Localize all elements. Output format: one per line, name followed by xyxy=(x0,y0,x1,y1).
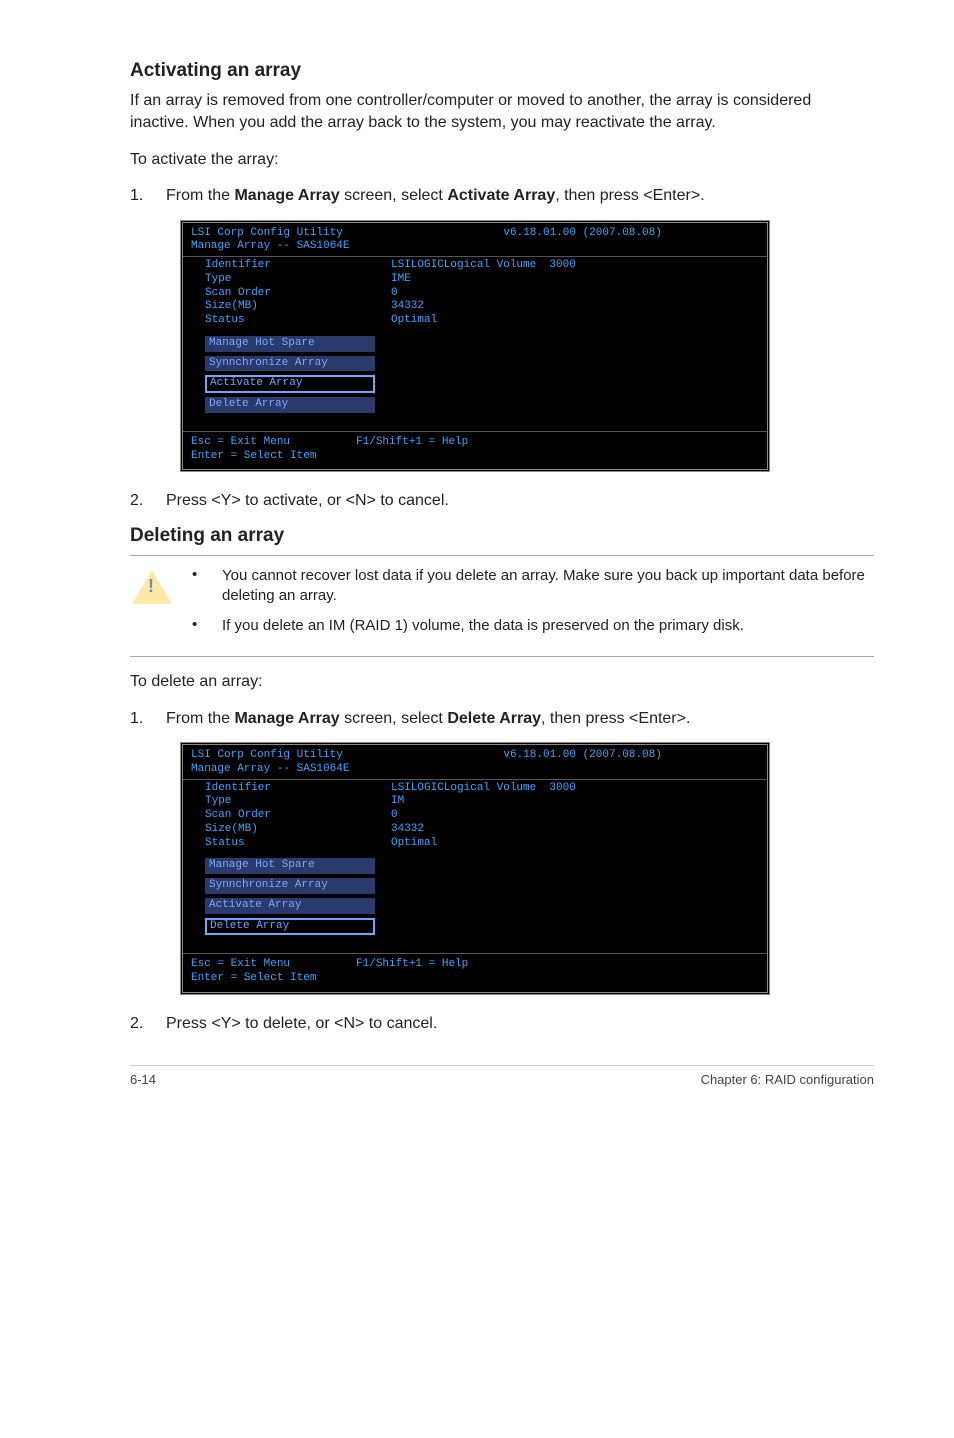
step-2-delete: 2. Press <Y> to delete, or <N> to cancel… xyxy=(130,1013,874,1035)
t: From the xyxy=(166,187,234,204)
bios-key: Size(MB) xyxy=(191,823,391,837)
t-bold: Delete Array xyxy=(447,710,541,727)
bios-footer: Esc = Exit Menu F1/Shift+1 = Help Enter … xyxy=(183,954,767,992)
t-bold: Manage Array xyxy=(234,187,339,204)
bios-title: LSI Corp Config Utility Manage Array -- … xyxy=(183,745,767,779)
paragraph-lead: To activate the array: xyxy=(130,149,874,171)
step-number: 2. xyxy=(130,490,166,512)
step-number: 1. xyxy=(130,708,166,730)
bios-val: Optimal xyxy=(391,314,759,328)
warning-list: • You cannot recover lost data if you de… xyxy=(192,566,874,647)
step-number: 1. xyxy=(130,185,166,207)
t-bold: Activate Array xyxy=(447,187,555,204)
t: screen, select xyxy=(340,187,448,204)
bios-title: LSI Corp Config Utility Manage Array -- … xyxy=(183,223,767,257)
warning-icon: ! xyxy=(130,566,174,647)
warning-text: If you delete an IM (RAID 1) volume, the… xyxy=(222,616,874,636)
bios-val: 34332 xyxy=(391,823,759,837)
bios-val: IME xyxy=(391,273,759,287)
exclamation-icon: ! xyxy=(148,576,154,597)
bios-val: 0 xyxy=(391,809,759,823)
bios-key: Type xyxy=(191,273,391,287)
bios-menu-hot-spare[interactable]: Manage Hot Spare xyxy=(205,336,375,352)
warning-item: • You cannot recover lost data if you de… xyxy=(192,566,874,607)
step-1-activate: 1. From the Manage Array screen, select … xyxy=(130,185,874,207)
t: From the xyxy=(166,710,234,727)
bios-val: LSILOGICLogical Volume 3000 xyxy=(391,259,759,273)
bios-key: Scan Order xyxy=(191,809,391,823)
bios-menu-activate[interactable]: Activate Array xyxy=(205,375,375,393)
page-number: 6-14 xyxy=(130,1072,156,1087)
bullet-icon: • xyxy=(192,566,222,607)
step-text: Press <Y> to delete, or <N> to cancel. xyxy=(166,1013,874,1035)
bullet-icon: • xyxy=(192,616,222,636)
bios-subtitle: Manage Array -- SAS1064E xyxy=(191,763,503,777)
bios-footer: Esc = Exit Menu F1/Shift+1 = Help Enter … xyxy=(183,432,767,470)
bios-menu-synchronize[interactable]: Synnchronize Array xyxy=(205,356,375,372)
warning-box: ! • You cannot recover lost data if you … xyxy=(130,555,874,658)
bios-key: Size(MB) xyxy=(191,300,391,314)
bios-body: IdentifierLSILOGICLogical Volume 3000 Ty… xyxy=(183,779,767,955)
warning-item: • If you delete an IM (RAID 1) volume, t… xyxy=(192,616,874,636)
bios-menu: Manage Hot Spare Synnchronize Array Acti… xyxy=(205,336,759,417)
chapter-label: Chapter 6: RAID configuration xyxy=(701,1072,874,1087)
t: , then press <Enter>. xyxy=(541,710,690,727)
bios-version: v6.18.01.00 (2007.08.08) xyxy=(503,749,759,777)
t-bold: Manage Array xyxy=(234,710,339,727)
bios-key: Identifier xyxy=(191,259,391,273)
bios-subtitle: Manage Array -- SAS1064E xyxy=(191,240,503,254)
bios-val: 0 xyxy=(391,287,759,301)
t: , then press <Enter>. xyxy=(555,187,704,204)
bios-menu-activate[interactable]: Activate Array xyxy=(205,898,375,914)
step-text: From the Manage Array screen, select Act… xyxy=(166,185,874,207)
bios-key: Identifier xyxy=(191,782,391,796)
bios-menu: Manage Hot Spare Synnchronize Array Acti… xyxy=(205,858,759,939)
bios-key: Status xyxy=(191,314,391,328)
bios-screen-activate: LSI Corp Config Utility Manage Array -- … xyxy=(180,220,770,473)
bios-menu-delete[interactable]: Delete Array xyxy=(205,918,375,936)
paragraph-lead: To delete an array: xyxy=(130,671,874,693)
bios-key: Type xyxy=(191,795,391,809)
bios-key: Scan Order xyxy=(191,287,391,301)
paragraph-intro: If an array is removed from one controll… xyxy=(130,90,874,135)
bios-val: IM xyxy=(391,795,759,809)
bios-val: Optimal xyxy=(391,837,759,851)
step-number: 2. xyxy=(130,1013,166,1035)
bios-body: IdentifierLSILOGICLogical Volume 3000 Ty… xyxy=(183,256,767,432)
warning-text: You cannot recover lost data if you dele… xyxy=(222,566,874,607)
bios-key: Status xyxy=(191,837,391,851)
bios-menu-hot-spare[interactable]: Manage Hot Spare xyxy=(205,858,375,874)
bios-val: 34332 xyxy=(391,300,759,314)
page-footer: 6-14 Chapter 6: RAID configuration xyxy=(130,1065,874,1087)
step-text: Press <Y> to activate, or <N> to cancel. xyxy=(166,490,874,512)
bios-screen-delete: LSI Corp Config Utility Manage Array -- … xyxy=(180,742,770,995)
heading-deleting: Deleting an array xyxy=(130,525,874,547)
step-2-activate: 2. Press <Y> to activate, or <N> to canc… xyxy=(130,490,874,512)
bios-val: LSILOGICLogical Volume 3000 xyxy=(391,782,759,796)
heading-activating: Activating an array xyxy=(130,60,874,82)
t: screen, select xyxy=(340,710,448,727)
bios-util-name: LSI Corp Config Utility xyxy=(191,227,503,241)
bios-menu-synchronize[interactable]: Synnchronize Array xyxy=(205,878,375,894)
bios-menu-delete[interactable]: Delete Array xyxy=(205,397,375,413)
step-1-delete: 1. From the Manage Array screen, select … xyxy=(130,708,874,730)
bios-util-name: LSI Corp Config Utility xyxy=(191,749,503,763)
bios-version: v6.18.01.00 (2007.08.08) xyxy=(503,227,759,255)
step-text: From the Manage Array screen, select Del… xyxy=(166,708,874,730)
